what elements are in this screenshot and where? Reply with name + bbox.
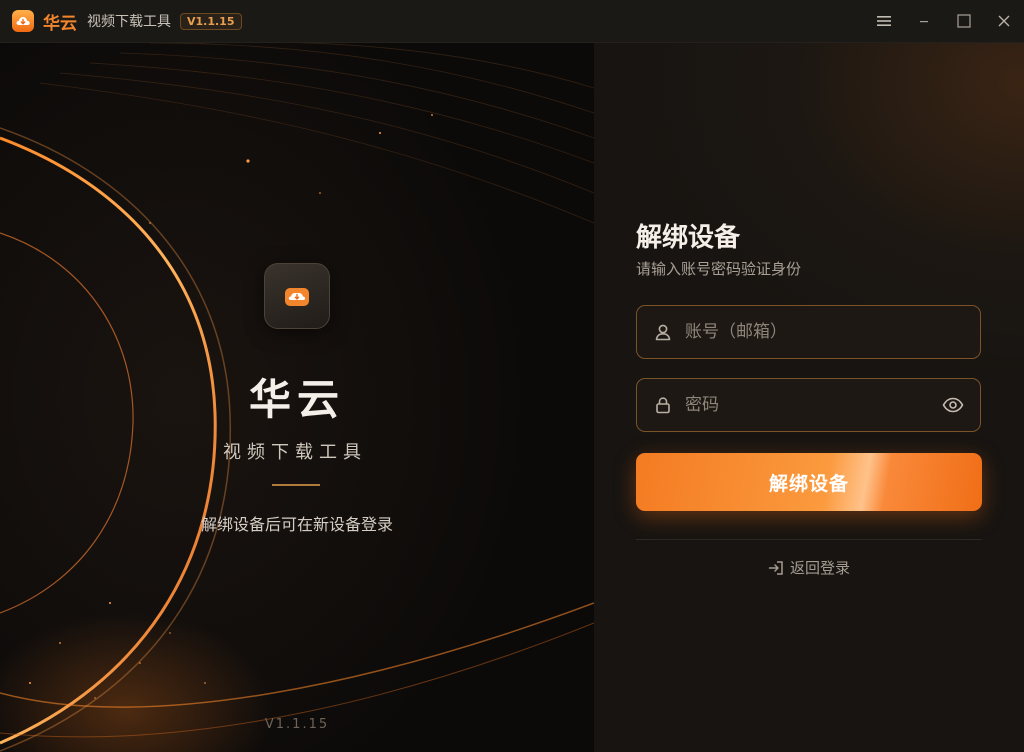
sign-in-icon bbox=[768, 560, 784, 576]
hero-panel: 华云 视频下载工具 解绑设备后可在新设备登录 V1.1.15 bbox=[0, 43, 594, 752]
title-bar: 华云 视频下载工具 V1.1.15 bbox=[0, 0, 1024, 43]
password-field[interactable] bbox=[636, 378, 981, 432]
hero-divider bbox=[272, 484, 320, 486]
window-controls bbox=[864, 0, 1024, 42]
app-window: 华云 视频下载工具 V1.1.15 华云 视频下载工具 解绑设备后可在新设备登录… bbox=[0, 0, 1024, 752]
back-to-login-link[interactable]: 返回登录 bbox=[594, 557, 1024, 578]
maximize-button[interactable] bbox=[944, 0, 984, 42]
maximize-icon bbox=[957, 14, 971, 28]
account-field[interactable] bbox=[636, 305, 981, 359]
hero-title: 华云 bbox=[248, 375, 345, 424]
app-brand: 华云 bbox=[43, 13, 77, 34]
minimize-button[interactable] bbox=[904, 0, 944, 42]
menu-button[interactable] bbox=[864, 0, 904, 42]
account-input[interactable] bbox=[683, 311, 980, 353]
app-subtitle: 视频下载工具 bbox=[87, 14, 171, 30]
unbind-button[interactable]: 解绑设备 bbox=[636, 453, 982, 511]
eye-icon[interactable] bbox=[940, 392, 966, 418]
user-icon bbox=[653, 322, 673, 342]
back-to-login-label: 返回登录 bbox=[789, 559, 850, 577]
lock-icon bbox=[653, 395, 673, 415]
hero-logo bbox=[264, 263, 330, 329]
form-divider bbox=[636, 539, 982, 540]
form-title: 解绑设备 bbox=[636, 223, 741, 253]
close-button[interactable] bbox=[984, 0, 1024, 42]
password-input[interactable] bbox=[683, 384, 940, 426]
cloud-download-icon bbox=[12, 10, 34, 32]
form-subtitle: 请输入账号密码验证身份 bbox=[636, 260, 802, 278]
cloud-download-icon bbox=[285, 288, 309, 306]
close-icon bbox=[998, 15, 1010, 27]
hero-description: 解绑设备后可在新设备登录 bbox=[200, 515, 393, 534]
minimize-icon bbox=[920, 21, 928, 23]
menu-icon bbox=[877, 16, 891, 26]
hero-subtitle: 视频下载工具 bbox=[223, 442, 367, 463]
version-badge: V1.1.15 bbox=[180, 12, 242, 30]
unbind-form-panel: 解绑设备 请输入账号密码验证身份 账号（邮箱） 解绑设备 返回登录 bbox=[594, 43, 1024, 752]
hero-version: V1.1.15 bbox=[264, 717, 330, 732]
